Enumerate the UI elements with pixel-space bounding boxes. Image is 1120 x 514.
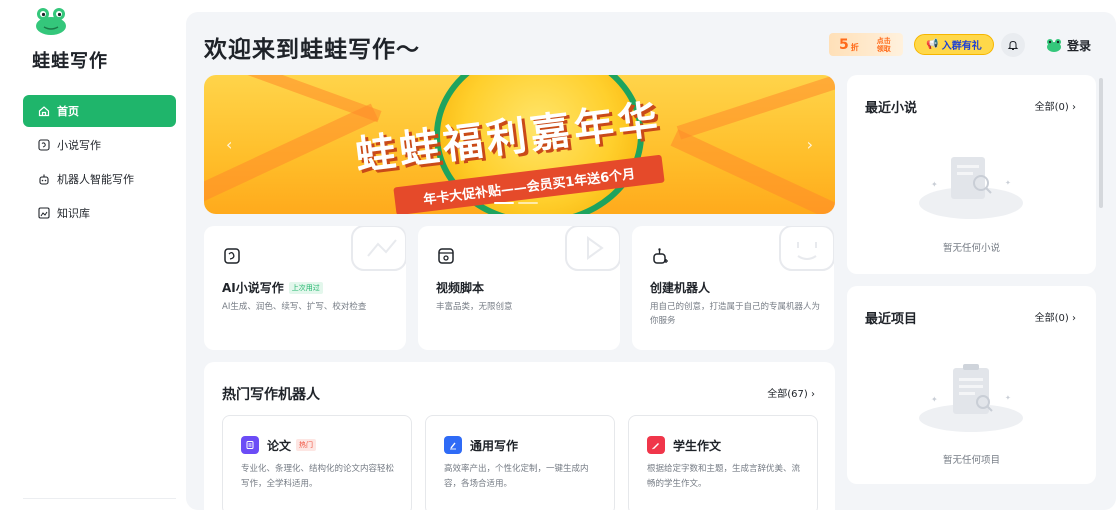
frog-avatar-icon xyxy=(1047,39,1061,52)
sidebar-item-robot[interactable]: 机器人智能写作 xyxy=(23,163,176,195)
join-group-button[interactable]: 📢 入群有礼 xyxy=(914,34,994,55)
section-title: 热门写作机器人 xyxy=(222,387,320,403)
card-decoration-icon xyxy=(565,226,620,271)
login-label: 登录 xyxy=(1067,38,1092,53)
promo-unit: 折 xyxy=(850,43,859,52)
sidebar-item-novel[interactable]: 小说写作 xyxy=(23,129,176,161)
empty-state-text: 暂无任何小说 xyxy=(942,243,1000,254)
robot-icon xyxy=(653,248,668,264)
card-decoration-icon xyxy=(351,226,406,271)
banner-decoration xyxy=(676,75,835,140)
feature-title-text: AI小说写作 xyxy=(222,281,284,295)
robot-title: 学生作文 xyxy=(673,436,721,454)
hot-badge: 热门 xyxy=(296,439,317,451)
robot-card-student-essay[interactable]: 学生作文 根据给定字数和主题，生成言辞优美、流畅的学生作文。 xyxy=(628,415,818,510)
view-all-projects-link[interactable]: 全部(0) › xyxy=(1035,309,1076,324)
svg-text:✦: ✦ xyxy=(931,395,938,404)
robot-title-text: 通用写作 xyxy=(470,438,519,453)
feature-description: 用自己的创意，打造属于自己的专属机器人为你服务 xyxy=(650,302,821,326)
robot-title-text: 学生作文 xyxy=(673,438,722,453)
sidebar-item-label: 知识库 xyxy=(57,207,90,220)
feature-description: AI生成、润色、续写、扩写、校对检查 xyxy=(222,302,367,312)
robot-description: 专业化、条理化、结构化的论文内容轻松写作，全学科适用。 xyxy=(241,464,395,489)
robot-card-general-writing[interactable]: 通用写作 高效率产出，个性化定制，一键生成内容，各场合适用。 xyxy=(425,415,615,510)
join-group-label: 入群有礼 xyxy=(941,41,982,52)
video-icon xyxy=(438,248,454,264)
document-icon xyxy=(241,436,259,454)
svg-text:✦: ✦ xyxy=(1005,179,1011,187)
sidebar-item-label: 首页 xyxy=(57,105,79,118)
empty-project-illustration-icon: ✦ ✦ xyxy=(919,364,1023,432)
robot-description: 根据给定字数和主题，生成言辞优美、流畅的学生作文。 xyxy=(647,464,801,489)
recently-used-badge: 上次用过 xyxy=(288,281,323,294)
sidebar: 蛙蛙写作 首页 小说写作 机器人智能写作 知识库 xyxy=(0,0,186,514)
app-name: 蛙蛙写作 xyxy=(32,51,108,72)
banner-prev-arrow-icon[interactable]: ‹ xyxy=(226,135,232,154)
page-title: 欢迎来到蛙蛙写作～ xyxy=(204,37,420,63)
recent-novels-panel: 最近小说 全部(0) › ✦ ✦ 暂无任何小说 xyxy=(847,75,1096,274)
feature-card-video-script[interactable]: 视频脚本 丰富品类，无限创意 xyxy=(418,226,620,350)
novel-icon xyxy=(224,248,240,264)
feature-title: 视频脚本 xyxy=(436,279,484,296)
svg-text:✦: ✦ xyxy=(931,180,938,189)
banner-next-arrow-icon[interactable]: › xyxy=(807,135,813,154)
banner-decoration xyxy=(204,103,379,205)
banner-dot[interactable] xyxy=(494,202,514,204)
novel-icon xyxy=(37,138,51,152)
sidebar-nav: 首页 小说写作 机器人智能写作 知识库 xyxy=(23,95,176,231)
login-button[interactable]: 登录 xyxy=(1046,35,1091,55)
frog-logo-icon[interactable] xyxy=(34,6,68,36)
empty-novel-illustration-icon: ✦ ✦ xyxy=(919,157,1023,219)
recent-projects-panel: 最近项目 全部(0) › ✦ ✦ 暂无任何项目 xyxy=(847,286,1096,484)
banner-dot[interactable] xyxy=(518,202,538,204)
feature-description: 丰富品类，无限创意 xyxy=(436,302,513,312)
pen-icon xyxy=(444,436,462,454)
banner-pagination xyxy=(494,202,538,204)
feature-title-text: 视频脚本 xyxy=(436,281,485,295)
megaphone-icon: 📢 xyxy=(926,39,939,50)
sidebar-item-knowledge[interactable]: 知识库 xyxy=(23,197,176,229)
feature-card-create-robot[interactable]: 创建机器人 用自己的创意，打造属于自己的专属机器人为你服务 xyxy=(632,226,834,350)
robot-description: 高效率产出，个性化定制，一键生成内容，各场合适用。 xyxy=(444,464,589,489)
robot-icon xyxy=(37,172,51,186)
promo-banner[interactable]: 蛙蛙福利嘉年华 年卡大促补贴——会员买1年送6个月 ‹ › xyxy=(204,75,835,214)
sidebar-item-label: 机器人智能写作 xyxy=(57,173,134,186)
home-icon xyxy=(37,104,51,118)
sidebar-item-home[interactable]: 首页 xyxy=(23,95,176,127)
sidebar-divider xyxy=(23,498,176,499)
feature-card-ai-novel[interactable]: AI小说写作 上次用过 AI生成、润色、续写、扩写、校对检查 xyxy=(204,226,406,350)
feature-title: 创建机器人 xyxy=(650,279,710,296)
knowledge-base-icon xyxy=(37,206,51,220)
notification-button[interactable] xyxy=(1001,33,1025,57)
view-all-robots-link[interactable]: 全部(67) › xyxy=(767,385,815,400)
feature-title-text: 创建机器人 xyxy=(650,281,711,295)
robot-title: 通用写作 xyxy=(470,436,518,454)
empty-state-text: 暂无任何项目 xyxy=(942,455,1000,466)
bell-icon xyxy=(1007,40,1019,50)
discount-promo-badge[interactable]: 5 折 点击领取 xyxy=(829,33,903,56)
card-decoration-icon xyxy=(779,226,834,271)
panel-title: 最近项目 xyxy=(865,312,918,327)
sidebar-item-label: 小说写作 xyxy=(57,139,101,152)
view-all-novels-link[interactable]: 全部(0) › xyxy=(1035,98,1076,113)
hot-robots-section: 热门写作机器人 全部(67) › 论文 热门 专业化、条理化、结构化的论文内容轻… xyxy=(204,362,835,510)
scrollbar[interactable] xyxy=(1099,78,1103,208)
feature-title: AI小说写作 上次用过 xyxy=(222,279,323,296)
robot-title-text: 论文 xyxy=(267,438,292,453)
svg-text:✦: ✦ xyxy=(1005,394,1011,402)
promo-number: 5 xyxy=(839,36,849,53)
panel-title: 最近小说 xyxy=(865,101,918,116)
promo-claim: 点击领取 xyxy=(876,36,891,53)
main-content: 欢迎来到蛙蛙写作～ 5 折 点击领取 📢 入群有礼 登录 蛙蛙福利嘉年华 年卡大… xyxy=(186,12,1116,510)
robot-card-thesis[interactable]: 论文 热门 专业化、条理化、结构化的论文内容轻松写作，全学科适用。 xyxy=(222,415,412,510)
banner-decoration xyxy=(236,75,382,123)
pencil-icon xyxy=(647,436,665,454)
robot-title: 论文 热门 xyxy=(267,436,317,454)
